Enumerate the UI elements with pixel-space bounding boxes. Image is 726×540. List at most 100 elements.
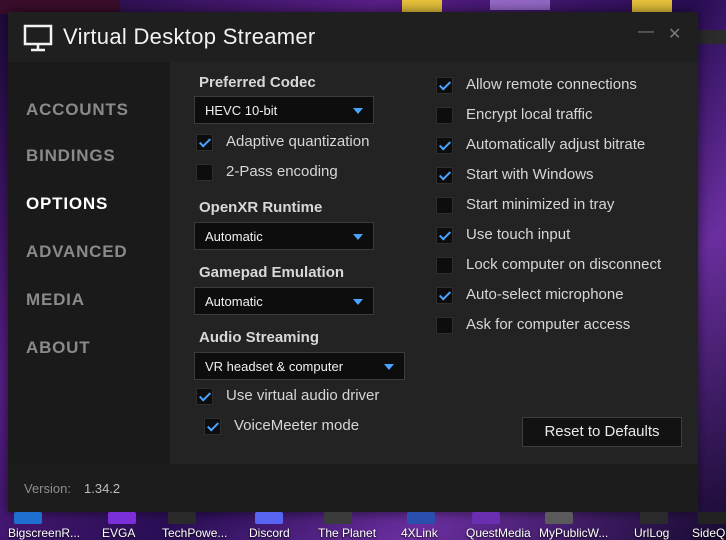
title-bar[interactable]: Virtual Desktop Streamer — ✕	[8, 12, 698, 62]
adaptive-quantization-option[interactable]: Adaptive quantization	[196, 133, 436, 153]
desktop-shortcut[interactable]: BigscreenR...	[8, 512, 80, 540]
desktop-shortcut[interactable]: EVGA	[102, 512, 142, 540]
sidebar-item-accounts[interactable]: ACCOUNTS	[26, 100, 129, 120]
right-option-row[interactable]: Automatically adjust bitrate	[436, 136, 696, 156]
right-option-row[interactable]: Use touch input	[436, 226, 696, 246]
sidebar-item-options[interactable]: OPTIONS	[26, 194, 108, 214]
two-pass-encoding-label: 2-Pass encoding	[226, 163, 338, 180]
desktop-shortcut[interactable]: SideQ	[692, 512, 726, 540]
right-option-row[interactable]: Ask for computer access	[436, 316, 696, 336]
use-touch-input-checkbox[interactable]	[436, 227, 453, 244]
lock-computer-checkbox[interactable]	[436, 257, 453, 274]
voicemeeter-mode-option[interactable]: VoiceMeeter mode	[204, 417, 424, 437]
desktop-wallpaper-accent	[402, 0, 442, 12]
audio-streaming-label: Audio Streaming	[199, 329, 320, 346]
preferred-codec-value: HEVC 10-bit	[205, 103, 278, 118]
desktop-shortcut-label: UrlLog	[634, 526, 670, 540]
start-with-windows-checkbox[interactable]	[436, 167, 453, 184]
right-option-row[interactable]: Auto-select microphone	[436, 286, 696, 306]
sidebar-nav: ACCOUNTS BINDINGS OPTIONS ADVANCED MEDIA…	[8, 62, 170, 464]
openxr-runtime-value: Automatic	[205, 229, 263, 244]
desktop-shortcut[interactable]: TechPowe...	[162, 512, 230, 540]
app-icon	[108, 512, 136, 524]
app-icon	[472, 512, 500, 524]
window-title: Virtual Desktop Streamer	[63, 24, 316, 49]
app-icon	[698, 512, 726, 524]
desktop-shortcut-label: 4XLink	[401, 526, 438, 540]
openxr-runtime-select[interactable]: Automatic	[194, 222, 374, 250]
desktop-shortcut[interactable]: Discord	[249, 512, 297, 540]
desktop-shortcut[interactable]: UrlLog	[634, 512, 674, 540]
virtual-audio-driver-checkbox[interactable]	[196, 388, 213, 405]
app-icon	[168, 512, 196, 524]
chevron-down-icon	[353, 299, 363, 305]
right-option-row[interactable]: Start minimized in tray	[436, 196, 696, 216]
start-minimized-checkbox[interactable]	[436, 197, 453, 214]
allow-remote-connections-label: Allow remote connections	[466, 76, 637, 93]
right-option-row[interactable]: Lock computer on disconnect	[436, 256, 696, 276]
openxr-runtime-label: OpenXR Runtime	[199, 199, 323, 216]
desktop-shortcut-label: QuestMedia	[466, 526, 531, 540]
desktop-shortcut-label: SideQ	[692, 526, 726, 540]
sidebar-item-advanced[interactable]: ADVANCED	[26, 242, 127, 262]
start-minimized-label: Start minimized in tray	[466, 196, 615, 213]
monitor-icon	[23, 24, 53, 52]
audio-streaming-value: VR headset & computer	[205, 359, 344, 374]
gamepad-emulation-label: Gamepad Emulation	[199, 264, 345, 281]
version-label: Version:	[24, 481, 71, 496]
app-icon	[640, 512, 668, 524]
desktop-wallpaper-fragment	[698, 30, 726, 44]
desktop-shortcut[interactable]: QuestMedia	[466, 512, 534, 540]
desktop-shortcut-label: MyPublicW...	[539, 526, 609, 540]
close-icon[interactable]: ✕	[668, 24, 681, 44]
right-option-row[interactable]: Allow remote connections	[436, 76, 696, 96]
gamepad-emulation-value: Automatic	[205, 294, 263, 309]
two-pass-encoding-checkbox[interactable]	[196, 164, 213, 181]
desktop-shortcut-label: TechPowe...	[162, 526, 228, 540]
options-panel: Preferred Codec HEVC 10-bit Adaptive qua…	[170, 62, 698, 464]
desktop-wallpaper-accent	[490, 0, 550, 10]
version-value: 1.34.2	[84, 481, 121, 496]
adaptive-quantization-label: Adaptive quantization	[226, 133, 370, 150]
ask-computer-access-checkbox[interactable]	[436, 317, 453, 334]
chevron-down-icon	[353, 234, 363, 240]
app-icon	[14, 512, 42, 524]
auto-adjust-bitrate-label: Automatically adjust bitrate	[466, 136, 646, 153]
footer: Version: 1.34.2	[8, 464, 698, 512]
use-touch-input-label: Use touch input	[466, 226, 571, 243]
sidebar-item-about[interactable]: ABOUT	[26, 338, 90, 358]
gamepad-emulation-select[interactable]: Automatic	[194, 287, 374, 315]
sidebar-item-media[interactable]: MEDIA	[26, 290, 85, 310]
encrypt-local-traffic-checkbox[interactable]	[436, 107, 453, 124]
preferred-codec-select[interactable]: HEVC 10-bit	[194, 96, 374, 124]
adaptive-quantization-checkbox[interactable]	[196, 134, 213, 151]
virtual-audio-driver-label: Use virtual audio driver	[226, 387, 380, 404]
right-option-row[interactable]: Encrypt local traffic	[436, 106, 696, 126]
two-pass-encoding-option[interactable]: 2-Pass encoding	[196, 163, 436, 183]
app-icon	[545, 512, 573, 524]
sidebar-item-bindings[interactable]: BINDINGS	[26, 146, 116, 166]
auto-adjust-bitrate-checkbox[interactable]	[436, 137, 453, 154]
voicemeeter-mode-label: VoiceMeeter mode	[234, 417, 360, 434]
minimize-icon[interactable]: —	[638, 23, 654, 41]
voicemeeter-mode-checkbox[interactable]	[204, 418, 221, 435]
start-with-windows-label: Start with Windows	[466, 166, 594, 183]
preferred-codec-label: Preferred Codec	[199, 74, 316, 91]
desktop-shortcut[interactable]: 4XLink	[401, 512, 445, 540]
desktop-shortcut-label: The Planet	[318, 526, 377, 540]
reset-to-defaults-button[interactable]: Reset to Defaults	[522, 417, 682, 447]
auto-select-microphone-checkbox[interactable]	[436, 287, 453, 304]
virtual-audio-driver-option[interactable]: Use virtual audio driver	[196, 387, 436, 407]
audio-streaming-select[interactable]: VR headset & computer	[194, 352, 405, 380]
desktop-shortcut-label: EVGA	[102, 526, 136, 540]
desktop-shortcut[interactable]: MyPublicW...	[539, 512, 623, 540]
allow-remote-connections-checkbox[interactable]	[436, 77, 453, 94]
desktop-shortcut-label: BigscreenR...	[8, 526, 81, 540]
right-option-row[interactable]: Start with Windows	[436, 166, 696, 186]
lock-computer-label: Lock computer on disconnect	[466, 256, 662, 273]
app-icon	[407, 512, 435, 524]
chevron-down-icon	[353, 108, 363, 114]
desktop-shortcut[interactable]: The Planet	[318, 512, 380, 540]
app-window: Virtual Desktop Streamer — ✕ ACCOUNTS BI…	[8, 12, 698, 512]
ask-computer-access-label: Ask for computer access	[466, 316, 631, 333]
